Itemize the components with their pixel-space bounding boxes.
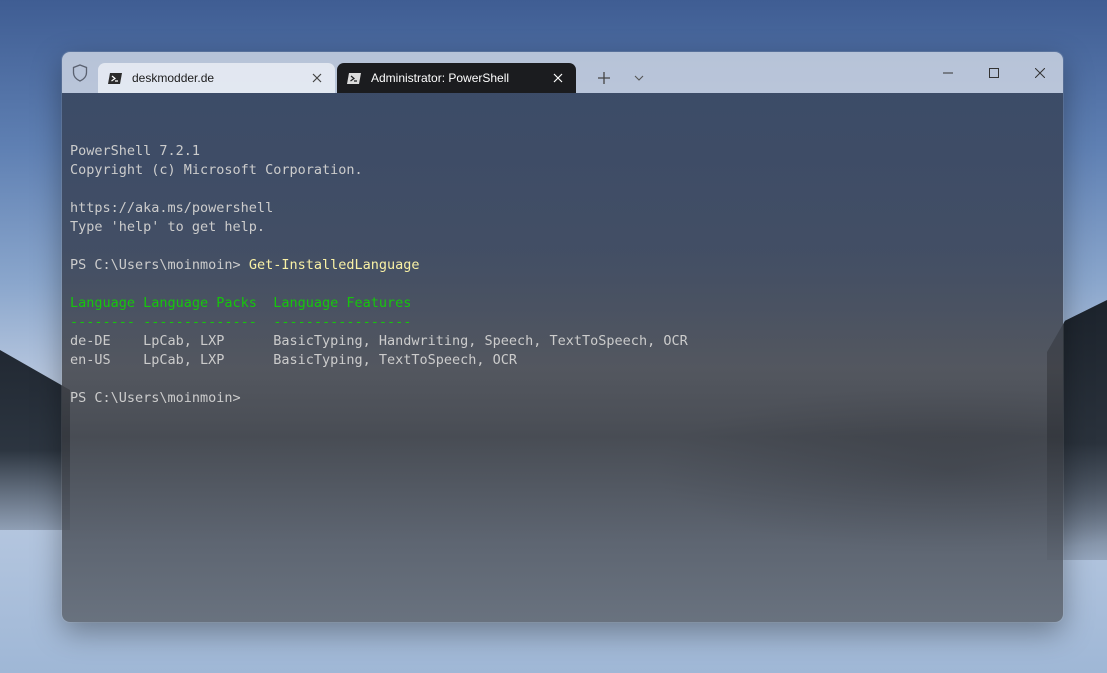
title-bar: deskmodder.de Administrator: PowerShell <box>62 52 1063 93</box>
prompt: PS C:\Users\moinmoin> <box>70 257 249 273</box>
tab-administrator-powershell[interactable]: Administrator: PowerShell <box>337 63 576 93</box>
banner-version: PowerShell 7.2.1 <box>70 143 201 159</box>
maximize-icon <box>989 67 999 78</box>
chevron-down-icon <box>634 75 644 81</box>
table-header: Language Language Packs Language Feature… <box>70 295 412 311</box>
tab-label: Administrator: PowerShell <box>371 71 510 85</box>
terminal-window: deskmodder.de Administrator: PowerShell <box>62 52 1063 622</box>
powershell-icon <box>347 72 361 84</box>
minimize-icon <box>943 72 953 73</box>
command-text: Get-InstalledLanguage <box>248 257 420 273</box>
background-hill-left <box>0 350 70 530</box>
close-icon <box>1035 67 1045 78</box>
command-line: PS C:\Users\moinmoin> Get-InstalledLangu… <box>70 256 420 275</box>
close-window-button[interactable] <box>1017 52 1063 93</box>
banner-copyright: Copyright (c) Microsoft Corporation. <box>70 162 363 178</box>
new-tab-button[interactable] <box>584 63 624 93</box>
maximize-button[interactable] <box>971 52 1017 93</box>
banner-url: https://aka.ms/powershell <box>70 200 274 216</box>
tab-dropdown-button[interactable] <box>624 63 654 93</box>
plus-icon <box>598 72 610 84</box>
tab-deskmodder[interactable]: deskmodder.de <box>98 63 335 93</box>
table-row: de-DE LpCab, LXP BasicTyping, Handwritin… <box>70 333 688 349</box>
tab-label: deskmodder.de <box>132 71 215 85</box>
minimize-button[interactable] <box>925 52 971 93</box>
powershell-icon <box>108 72 122 84</box>
close-tab-icon[interactable] <box>303 64 331 92</box>
window-controls <box>925 52 1063 93</box>
banner-help: Type 'help' to get help. <box>70 219 266 235</box>
table-row: en-US LpCab, LXP BasicTyping, TextToSpee… <box>70 352 518 368</box>
prompt-line: PS C:\Users\moinmoin> <box>70 390 241 406</box>
table-rule: -------- -------------- ----------------… <box>70 314 412 330</box>
close-tab-icon[interactable] <box>544 64 572 92</box>
admin-shield-icon <box>62 52 98 93</box>
terminal-output[interactable]: PowerShell 7.2.1 Copyright (c) Microsoft… <box>62 93 1063 622</box>
